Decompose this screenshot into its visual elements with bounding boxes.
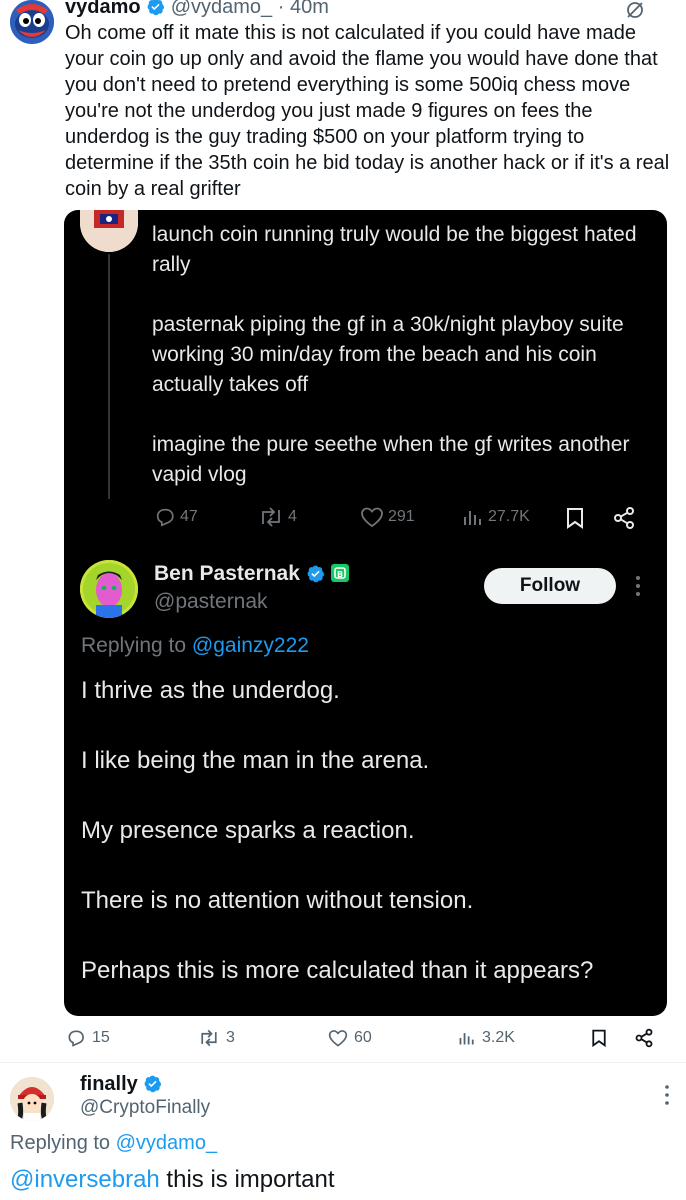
replying-prefix: Replying to bbox=[10, 1132, 116, 1154]
view-count: 27.7K bbox=[488, 508, 530, 525]
avatar[interactable] bbox=[80, 210, 138, 252]
repost-icon bbox=[201, 1029, 217, 1047]
share-button[interactable] bbox=[612, 506, 636, 530]
handle[interactable]: @CryptoFinally bbox=[80, 1097, 210, 1119]
reply-icon bbox=[156, 508, 174, 527]
repost-button[interactable]: 3 bbox=[198, 1028, 235, 1048]
follow-button[interactable]: Follow bbox=[484, 568, 616, 604]
svg-text:B: B bbox=[337, 570, 343, 579]
replying-to-link[interactable]: @vydamo_ bbox=[116, 1132, 217, 1154]
reply-button[interactable]: 47 bbox=[154, 506, 198, 528]
tweet-header: finally bbox=[80, 1073, 162, 1096]
handle[interactable]: @vydamo_ bbox=[171, 0, 272, 18]
repost-count: 3 bbox=[226, 1029, 235, 1046]
heart-icon bbox=[328, 1030, 348, 1047]
display-name[interactable]: vydamo bbox=[65, 0, 141, 18]
tweet-body: this is important bbox=[159, 1166, 335, 1193]
avatar[interactable] bbox=[80, 560, 138, 618]
attached-screenshot[interactable]: launch coin running truly would be the b… bbox=[64, 210, 667, 1016]
quoted-paragraph: pasternak piping the gf in a 30k/night p… bbox=[152, 313, 624, 396]
divider bbox=[0, 1062, 686, 1063]
reply-count: 15 bbox=[92, 1029, 110, 1046]
repost-button[interactable]: 4 bbox=[258, 506, 297, 528]
views-button[interactable]: 27.7K bbox=[462, 506, 530, 528]
mention-link[interactable]: @inversebrah bbox=[10, 1166, 160, 1193]
bookmark-button[interactable] bbox=[564, 506, 586, 530]
like-button[interactable]: 60 bbox=[328, 1028, 372, 1048]
share-button[interactable] bbox=[634, 1028, 654, 1048]
more-options-icon[interactable] bbox=[634, 574, 642, 598]
reply-line: There is no attention without tension. bbox=[81, 887, 474, 914]
more-options-icon[interactable] bbox=[664, 1084, 670, 1106]
bookmark-icon bbox=[567, 508, 583, 529]
tweet-text: Oh come off it mate this is not calculat… bbox=[65, 22, 670, 200]
verified-badge-icon bbox=[144, 1075, 162, 1093]
heart-icon bbox=[361, 507, 383, 528]
replying-to-link[interactable]: @gainzy222 bbox=[192, 634, 309, 657]
like-count: 60 bbox=[354, 1029, 372, 1046]
reply-line: I thrive as the underdog. bbox=[81, 677, 340, 704]
timestamp[interactable]: · 40m bbox=[278, 0, 329, 18]
bookmark-icon bbox=[592, 1029, 606, 1048]
handle[interactable]: @pasternak bbox=[154, 590, 268, 614]
verified-badge-icon bbox=[307, 565, 324, 583]
thread-line bbox=[108, 254, 110, 499]
verified-badge-icon bbox=[147, 0, 165, 16]
like-count: 291 bbox=[388, 508, 415, 525]
tweet-text: @inversebrah this is important bbox=[10, 1166, 335, 1194]
reply-line: I like being the man in the arena. bbox=[81, 747, 430, 774]
replying-prefix: Replying to bbox=[81, 634, 192, 657]
reply-author: Ben Pasternak B bbox=[154, 562, 349, 586]
views-icon bbox=[464, 511, 481, 525]
affiliate-badge-icon: B bbox=[330, 564, 349, 582]
display-name[interactable]: Ben Pasternak bbox=[154, 562, 300, 585]
like-button[interactable]: 291 bbox=[360, 506, 415, 528]
share-icon bbox=[635, 1028, 653, 1048]
views-button[interactable]: 3.2K bbox=[458, 1028, 515, 1048]
grok-icon[interactable] bbox=[624, 0, 646, 20]
reply-line: My presence sparks a reaction. bbox=[81, 817, 415, 844]
share-icon bbox=[614, 507, 634, 529]
views-icon bbox=[459, 1033, 474, 1045]
reply-line: Perhaps this is more calculated than it … bbox=[81, 957, 594, 984]
replying-to: Replying to @gainzy222 bbox=[81, 634, 309, 658]
reply-count: 47 bbox=[180, 508, 198, 525]
bookmark-button[interactable] bbox=[590, 1028, 608, 1048]
avatar[interactable] bbox=[10, 1077, 54, 1121]
tweet-header: vydamo @vydamo_ · 40m bbox=[65, 0, 329, 19]
repost-icon bbox=[262, 507, 280, 527]
reply-button[interactable]: 15 bbox=[66, 1028, 110, 1048]
reply-icon bbox=[68, 1030, 84, 1047]
quoted-paragraph: imagine the pure seethe when the gf writ… bbox=[152, 433, 630, 486]
cropped-header bbox=[154, 210, 454, 214]
repost-count: 4 bbox=[288, 508, 297, 525]
quoted-paragraph: launch coin running truly would be the b… bbox=[152, 223, 637, 276]
replying-to: Replying to @vydamo_ bbox=[10, 1132, 217, 1155]
avatar[interactable] bbox=[10, 0, 54, 44]
display-name[interactable]: finally bbox=[80, 1073, 138, 1095]
view-count: 3.2K bbox=[482, 1029, 515, 1046]
